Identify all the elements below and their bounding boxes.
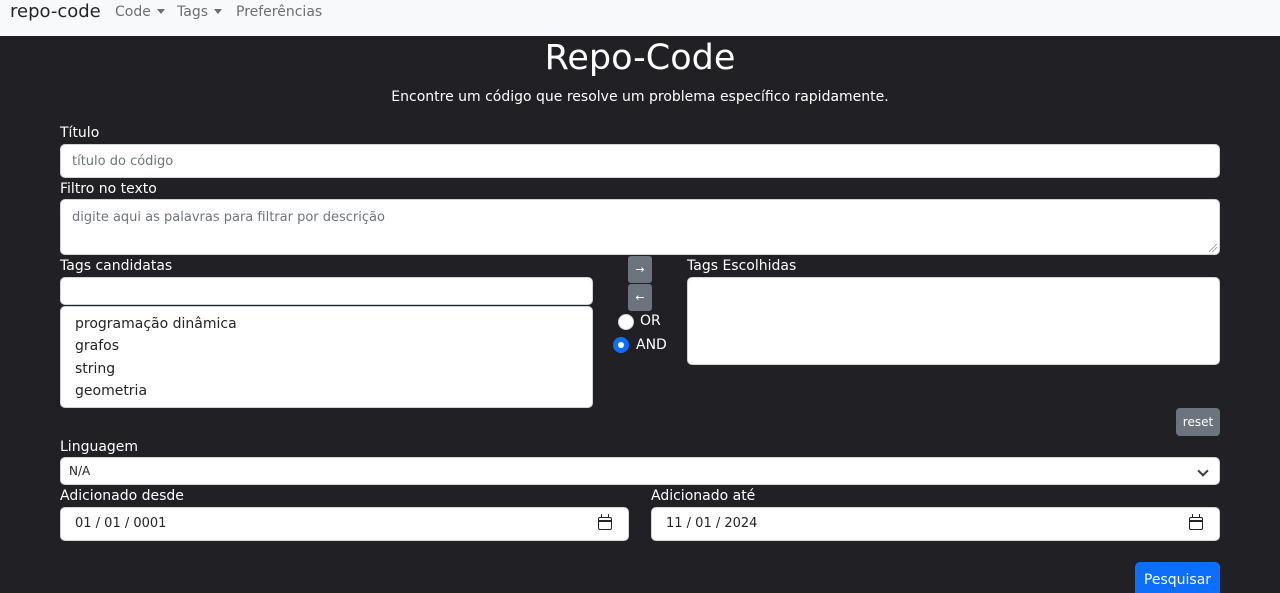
and-radio[interactable] [613, 337, 629, 353]
added-since-date-input[interactable]: 01 / 01 / 0001 [60, 507, 629, 541]
candidate-tag-item[interactable]: grafos [75, 338, 119, 354]
calendar-icon[interactable] [598, 514, 612, 530]
navbar-brand[interactable]: repo-code [10, 1, 101, 22]
text-filter-label: Filtro no texto [60, 181, 157, 197]
resize-handle-icon[interactable] [1209, 244, 1217, 252]
move-left-button[interactable]: ← [628, 284, 652, 311]
nav-item-code[interactable]: Code [115, 4, 165, 20]
language-selected-value: N/A [69, 464, 91, 478]
candidate-tag-item[interactable]: geometria [75, 383, 147, 399]
text-filter-textarea[interactable]: digite aqui as palavras para filtrar por… [60, 199, 1220, 255]
candidate-tag-item[interactable]: programação dinâmica [75, 316, 237, 332]
calendar-icon[interactable] [1189, 514, 1203, 530]
added-until-label: Adicionado até [651, 488, 756, 504]
language-select[interactable]: N/A [60, 457, 1220, 485]
nav-item-preferencias[interactable]: Preferências [236, 4, 322, 20]
title-label: Título [60, 125, 100, 141]
candidate-tags-search-input[interactable] [60, 277, 593, 305]
title-input[interactable]: título do código [60, 144, 1220, 178]
candidate-tags-label: Tags candidatas [60, 258, 173, 274]
chevron-down-icon [156, 9, 165, 14]
arrow-right-icon: → [635, 263, 645, 276]
added-until-date-input[interactable]: 11 / 01 / 2024 [651, 507, 1220, 541]
chevron-down-icon [214, 9, 222, 14]
candidate-tag-item[interactable]: string [75, 361, 115, 377]
text-filter-placeholder: digite aqui as palavras para filtrar por… [72, 210, 385, 225]
added-until-value: 11 / 01 / 2024 [666, 516, 758, 531]
or-radio[interactable] [618, 314, 634, 330]
and-radio-label: AND [636, 337, 667, 353]
navbar: repo-code Code Tags Preferências [0, 0, 1280, 36]
page-title: Repo-Code [544, 38, 736, 78]
added-since-label: Adicionado desde [60, 488, 184, 504]
chosen-tags-list[interactable] [687, 277, 1220, 365]
reset-button[interactable]: reset [1176, 408, 1220, 436]
page-subtitle: Encontre um código que resolve um proble… [391, 89, 889, 105]
nav-item-tags-label: Tags [177, 4, 208, 20]
arrow-left-icon: ← [635, 291, 645, 304]
language-label: Linguagem [60, 439, 139, 455]
nav-item-tags[interactable]: Tags [177, 4, 222, 20]
or-radio-label: OR [640, 313, 661, 329]
chevron-down-icon [1197, 465, 1209, 477]
added-since-value: 01 / 01 / 0001 [75, 516, 167, 531]
title-placeholder: título do código [72, 154, 174, 169]
move-right-button[interactable]: → [628, 256, 652, 283]
nav-item-code-label: Code [115, 4, 151, 20]
search-button[interactable]: Pesquisar [1135, 562, 1220, 593]
candidate-tags-list[interactable]: programação dinâmica grafos string geome… [60, 306, 593, 408]
chosen-tags-label: Tags Escolhidas [687, 258, 797, 274]
